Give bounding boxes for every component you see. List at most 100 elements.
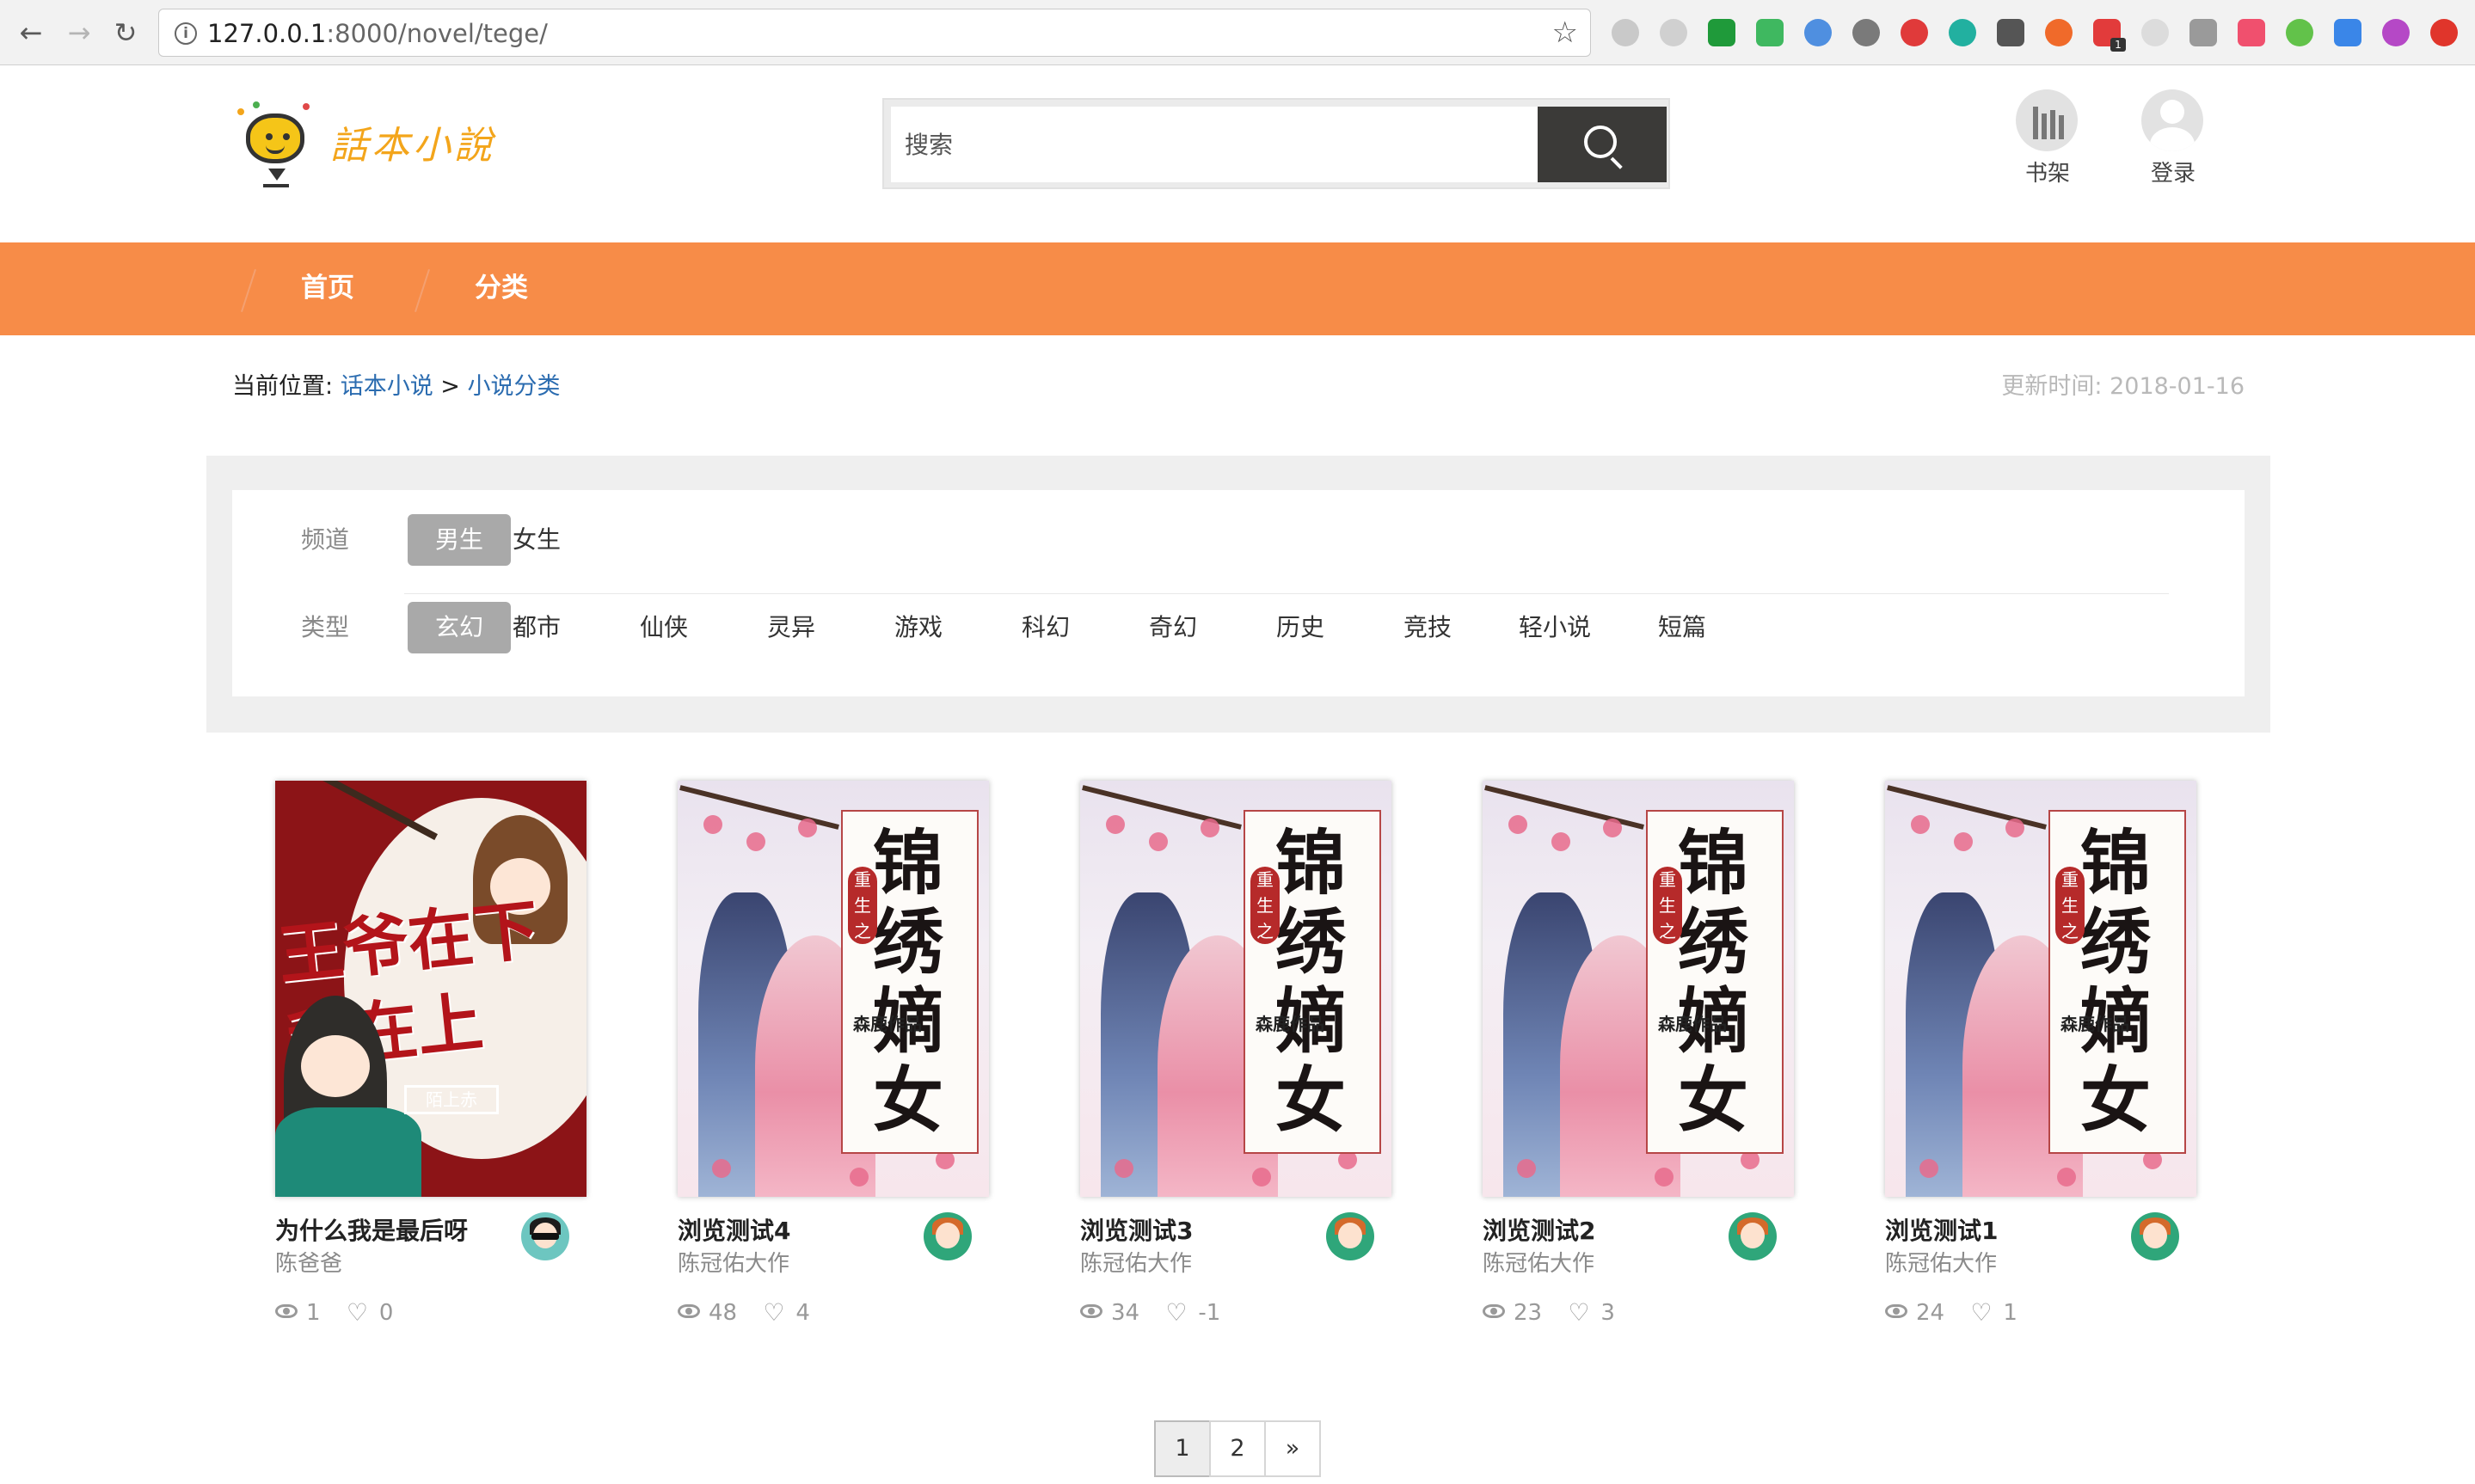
type-dushi[interactable]: 都市	[485, 602, 588, 653]
book-author: 陈冠佑大作	[1885, 1251, 1998, 1277]
author-avatar[interactable]	[1326, 1212, 1374, 1260]
extension-icon[interactable]	[1756, 19, 1784, 46]
extension-icon[interactable]	[1804, 19, 1832, 46]
nav-divider	[241, 268, 256, 313]
heart-icon[interactable]: ♡	[763, 1297, 787, 1328]
eye-icon	[1885, 1303, 1907, 1318]
extension-icon[interactable]	[1901, 19, 1928, 46]
user-avatar-icon	[2141, 89, 2203, 151]
next-page-button[interactable]: »	[1264, 1420, 1321, 1477]
heart-icon[interactable]: ♡	[1970, 1297, 1994, 1328]
type-label: 类型	[301, 613, 350, 641]
address-bar[interactable]: i 127.0.0.1:8000/novel/tege/ ☆	[158, 9, 1591, 57]
type-youxi[interactable]: 游戏	[867, 602, 970, 653]
url-text[interactable]: 127.0.0.1:8000/novel/tege/	[207, 20, 548, 47]
author-avatar[interactable]	[521, 1212, 569, 1260]
heart-icon[interactable]: ♡	[1568, 1297, 1592, 1328]
view-count: 48	[709, 1299, 738, 1326]
extension-icon[interactable]	[2238, 19, 2265, 46]
reload-icon[interactable]: ↻	[108, 15, 143, 50]
type-kehuan[interactable]: 科幻	[994, 602, 1097, 653]
like-count: 4	[795, 1299, 810, 1326]
filter-divider	[404, 593, 2169, 594]
site-name: 話本小說	[330, 124, 495, 168]
bookshelf-link[interactable]: 书架	[2000, 89, 2095, 193]
site-logo[interactable]: 話本小說	[234, 101, 526, 191]
like-count: 3	[1600, 1299, 1615, 1326]
nav-item-category[interactable]: 分类	[475, 268, 528, 308]
extension-icon[interactable]	[2382, 19, 2410, 46]
book-cover[interactable]: 锦绣嫡女 重生之 森鹿作品	[678, 781, 989, 1197]
channel-female[interactable]: 女生	[485, 514, 588, 566]
type-lingyi[interactable]: 灵异	[740, 602, 843, 653]
eye-icon	[678, 1303, 700, 1318]
extension-icon[interactable]	[2045, 19, 2073, 46]
type-lishi[interactable]: 历史	[1249, 602, 1352, 653]
eye-icon	[1080, 1303, 1102, 1318]
book-stats: 1 ♡ 0	[275, 1297, 393, 1328]
page-button-2[interactable]: 2	[1209, 1420, 1266, 1477]
bookmark-star-icon[interactable]: ☆	[1552, 16, 1578, 49]
breadcrumb-home[interactable]: 话本小说	[341, 373, 433, 400]
page-button-1[interactable]: 1	[1154, 1420, 1211, 1477]
book-cover[interactable]: 锦绣嫡女 重生之 森鹿作品	[1080, 781, 1391, 1197]
book-card: 王爷在下我在上 陌上赤 为什么我是最后呀 陈爸爸 1 ♡ 0	[267, 781, 593, 1340]
view-count: 34	[1111, 1299, 1140, 1326]
extension-icon[interactable]	[2334, 19, 2361, 46]
search-input[interactable]	[891, 107, 1546, 182]
book-stats: 34 ♡ -1	[1080, 1297, 1220, 1328]
extension-icon[interactable]	[1612, 19, 1639, 46]
nav-item-home[interactable]: 首页	[301, 268, 354, 308]
type-duanpian[interactable]: 短篇	[1631, 602, 1734, 653]
book-cover[interactable]: 锦绣嫡女 重生之 森鹿作品	[1483, 781, 1794, 1197]
extension-icon[interactable]	[1708, 19, 1735, 46]
login-link[interactable]: 登录	[2126, 89, 2220, 193]
info-icon[interactable]: i	[175, 22, 197, 45]
forward-icon[interactable]: →	[62, 15, 96, 50]
cover-subtitle: 重生之	[2055, 867, 2085, 944]
author-avatar[interactable]	[1729, 1212, 1777, 1260]
view-count: 23	[1514, 1299, 1543, 1326]
breadcrumb-current[interactable]: 小说分类	[468, 373, 561, 400]
author-avatar[interactable]	[924, 1212, 972, 1260]
book-title[interactable]: 浏览测试4	[678, 1214, 790, 1248]
book-card: 锦绣嫡女 重生之 森鹿作品 浏览测试2 陈冠佑大作 23 ♡ 3	[1474, 781, 1801, 1340]
heart-icon[interactable]: ♡	[347, 1297, 371, 1328]
breadcrumb-separator: >	[440, 373, 460, 400]
extension-icon[interactable]	[1997, 19, 2024, 46]
book-author: 陈冠佑大作	[1080, 1251, 1193, 1277]
book-cover[interactable]: 锦绣嫡女 重生之 森鹿作品	[1885, 781, 2196, 1197]
book-title[interactable]: 浏览测试3	[1080, 1214, 1193, 1248]
cover-subtitle: 重生之	[1250, 867, 1280, 944]
book-cover[interactable]: 王爷在下我在上 陌上赤	[275, 781, 587, 1197]
extension-icon[interactable]: 1	[2093, 19, 2126, 52]
extension-icon[interactable]	[1852, 19, 1880, 46]
book-title[interactable]: 为什么我是最后呀	[275, 1214, 468, 1248]
channel-label: 频道	[301, 525, 350, 554]
cover-subtitle: 重生之	[848, 867, 877, 944]
bookshelf-label: 书架	[2024, 161, 2070, 187]
logo-dot	[237, 108, 244, 115]
cover-seal: 森鹿作品	[2060, 1014, 2129, 1034]
author-avatar[interactable]	[2131, 1212, 2179, 1260]
extension-icon[interactable]	[2141, 19, 2169, 46]
type-qingxiaoshuo[interactable]: 轻小说	[1503, 602, 1606, 653]
book-author: 陈冠佑大作	[1483, 1251, 1595, 1277]
extension-icon[interactable]	[2286, 19, 2313, 46]
view-count: 1	[306, 1299, 321, 1326]
main-nav: 首页 分类	[0, 242, 2475, 335]
search-button[interactable]	[1538, 107, 1667, 182]
book-title[interactable]: 浏览测试1	[1885, 1214, 1998, 1248]
book-title[interactable]: 浏览测试2	[1483, 1214, 1595, 1248]
extension-icon[interactable]	[1660, 19, 1687, 46]
type-qihuan[interactable]: 奇幻	[1121, 602, 1225, 653]
extension-icon[interactable]	[2430, 19, 2458, 46]
book-author: 陈爸爸	[275, 1251, 343, 1277]
heart-icon[interactable]: ♡	[1165, 1297, 1189, 1328]
search-icon	[1584, 126, 1617, 158]
type-xianxia[interactable]: 仙侠	[612, 602, 715, 653]
extension-icon[interactable]	[1949, 19, 1976, 46]
extension-icon[interactable]	[2189, 19, 2217, 46]
type-jingji[interactable]: 竞技	[1376, 602, 1479, 653]
back-icon[interactable]: ←	[14, 15, 48, 50]
